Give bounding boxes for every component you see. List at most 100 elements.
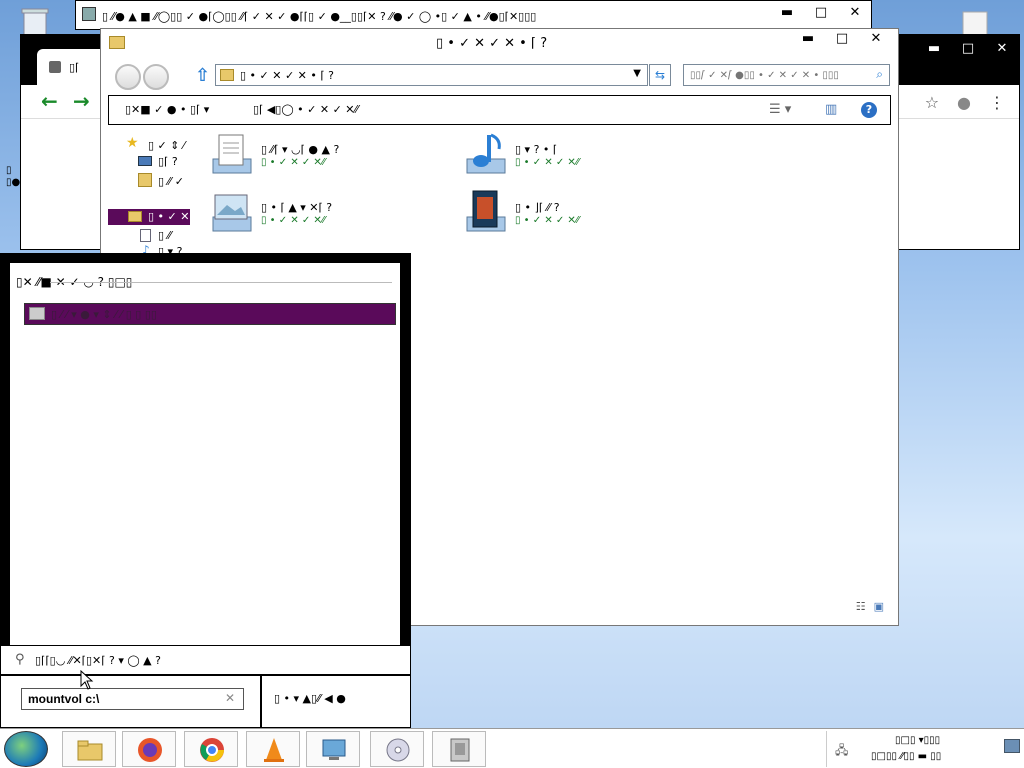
view-switcher: ☷ ▣ [856,600,884,613]
taskbar-vlc[interactable] [246,731,300,767]
desktop-icon [138,156,152,166]
videos-icon [466,190,506,232]
taskbar-firefox[interactable] [122,731,176,767]
clock-date[interactable]: ▯□▯▯ ⁄⁄▯▯ ▬ ▯▯ [871,751,941,762]
chrome-icon [200,738,224,762]
nav-desktop[interactable]: ▯⌈ ? [158,155,178,168]
bookmark-star-icon[interactable]: ☆ [925,93,939,112]
window-title: ▯ • ✓ ✕ ✓ ✕ • ⌈ ? [436,36,548,51]
library-name: ▯ ▾ ? • ⌈ [515,143,558,156]
library-music[interactable]: ▯ ▾ ? • ⌈ ▯ • ✓ ✕ ✓ ✕⁄⁄ [461,131,681,181]
network-icon[interactable]: 🖧 [835,741,848,762]
vlc-cone-icon [264,738,284,762]
library-pictures[interactable]: ▯ • ⌈ ▲ ▾ ✕⌈ ? ▯ • ✓ ✕ ✓ ✕⁄⁄ [207,189,427,239]
library-documents[interactable]: ▯ ⁄⁄⌈ ▾ ◡⌈ ● ▲ ? ▯ • ✓ ✕ ✓ ✕⁄⁄ [207,131,427,181]
nav-libraries[interactable]: ▯ • ✓ ✕ [108,209,190,225]
address-bar[interactable]: ▯ • ✓ ✕ ✓ ✕ • ⌈ ? ▼ [215,64,648,86]
result-item[interactable]: ▯ ⁄ ⁄ ▾ ● ▾ ⇕ ⁄ ⁄ ▯ ▯ ▯▯ [24,303,396,325]
back-button[interactable] [115,64,141,90]
result-label: ▯ ⁄ ⁄ ▾ ● ▾ ⇕ ⁄ ⁄ ▯ ▯ ▯▯ [51,308,157,321]
search-input-area: ✕ [0,675,261,728]
close-button[interactable]: ✕ [859,31,893,46]
taskbar: 🖧 ▯□▯ ▾▯▯▯ ▯□▯▯ ⁄⁄▯▯ ▬ ▯▯ [0,728,1024,768]
details-view-icon[interactable]: ☷ [856,600,866,613]
file-explorer-icon [77,740,103,761]
up-arrow-icon[interactable]: ⇧ [195,65,210,86]
minimize-button[interactable]: ▬ [770,5,804,20]
library-videos[interactable]: ▯ • ⌋⌈ ⁄⁄ ? ▯ • ✓ ✕ ✓ ✕⁄⁄ [461,189,681,239]
forward-button[interactable] [143,64,169,90]
organize-button[interactable]: ▯✕■ ✓ ● • ▯⌈ ▾ [125,103,209,116]
maximize-button[interactable]: □ [825,31,859,46]
nav-favorites[interactable]: ▯ ✓ ⇕ ⁄ [148,139,185,152]
nav-downloads[interactable]: ▯ ⁄⁄ ✓ [158,175,184,188]
explorer-titlebar: ▯ • ✓ ✕ ✓ ✕ • ⌈ ? ▬ □ ✕ [101,29,898,59]
search-input[interactable] [22,689,212,709]
search-icon[interactable]: ⌕ [876,67,883,82]
back-arrow-icon[interactable]: ← [41,89,58,113]
taskbar-file-explorer[interactable] [62,731,116,767]
library-subtitle: ▯ • ✓ ✕ ✓ ✕⁄⁄ [261,215,326,226]
close-button[interactable]: ✕ [838,5,872,20]
navigation-pane: ★ ▯ ✓ ⇕ ⁄ ▯⌈ ? ▯ ⁄⁄ ✓ ▯ • ✓ ✕ ▯ ⁄⁄ ♪ ▯ ▾… [108,129,190,259]
mouse-cursor-icon [80,670,94,690]
taskbar-control-panel[interactable] [306,731,360,767]
shutdown-area[interactable]: ▯ • ▾ ▲▯⁄⁄ ◀ ● [261,675,411,728]
address-row: ⇧ ▯ • ✓ ✕ ✓ ✕ • ⌈ ? ▼ ⇆ ⌕ [101,59,898,93]
tab-title: ▯⌈ [69,61,80,74]
library-subtitle: ▯ • ✓ ✕ ✓ ✕⁄⁄ [515,215,580,226]
program-icon [29,307,45,320]
taskbar-chrome[interactable] [184,731,238,767]
library-name: ▯ • ⌋⌈ ⁄⁄ ? [515,201,560,214]
results-panel: ▯✕ ⁄⁄■ ✕ ✓ ◡ ? ▯□▯ ▯ ⁄ ⁄ ▾ ● ▾ ⇕ ⁄ ⁄ ▯ ▯… [10,263,400,645]
downloads-icon [138,173,152,187]
search-input[interactable] [684,65,854,85]
menu-dots-icon[interactable]: ⋮ [989,93,1005,112]
search-dialog[interactable]: ▯✕ ⁄⁄■ ✕ ✓ ◡ ? ▯□▯ ▯ ⁄ ⁄ ▾ ● ▾ ⇕ ⁄ ⁄ ▯ ▯… [0,253,411,728]
forward-arrow-icon[interactable]: → [73,89,90,113]
show-desktop-button[interactable] [1004,739,1020,753]
minimize-button[interactable]: ▬ [791,31,825,46]
account-icon[interactable]: ● [957,93,971,112]
search-icon: ⚲ [15,652,25,667]
clear-icon[interactable]: ✕ [225,691,235,705]
address-text: ▯ • ✓ ✕ ✓ ✕ • ⌈ ? [240,69,334,82]
view-options-icon[interactable]: ☰ ▾ [769,102,791,117]
see-more-results[interactable]: ⚲ ▯⌈⌈▯◡ ⁄⁄✕⌈▯✕⌈ ? ▾ ◯ ▲ ? [0,645,411,675]
taskbar-archive-app[interactable] [432,731,486,767]
folder-icon [220,69,234,81]
library-name: ▯ ⁄⁄⌈ ▾ ◡⌈ ● ▲ ? [261,143,340,156]
disc-icon [386,738,410,762]
archive-icon [450,738,470,762]
star-icon: ★ [126,135,139,151]
control-panel-icon [322,739,346,760]
maximize-button[interactable]: □ [951,41,985,56]
new-folder-button[interactable]: ▯⌈ ◀▯◯ • ✓ ✕ ✓ ✕⁄⁄ [253,103,358,116]
folder-icon [109,36,125,49]
start-search-box[interactable]: ✕ [21,688,244,710]
documents-icon [212,134,252,174]
chevron-down-icon[interactable]: ▼ [633,68,641,79]
music-icon [466,133,506,174]
see-more-label: ▯⌈⌈▯◡ ⁄⁄✕⌈▯✕⌈ ? ▾ ◯ ▲ ? [35,654,161,667]
maximize-button[interactable]: □ [804,5,838,20]
preview-pane-icon[interactable]: ▥ [825,102,837,117]
document-icon [140,229,151,242]
background-window[interactable]: ▯ ⁄⁄● ▲ ■ ⁄⁄◯▯▯ ✓ ●⌈◯▯▯ ⁄⁄⌈ ✓ ✕ ✓ ●⌈⌈▯ ✓… [75,0,872,30]
search-box[interactable]: ⌕ [683,64,890,86]
start-button[interactable] [4,731,48,767]
nav-documents[interactable]: ▯ ⁄⁄ [158,229,171,242]
refresh-button[interactable]: ⇆ [649,64,671,86]
close-button[interactable]: ✕ [985,41,1019,56]
window-title: ▯ ⁄⁄● ▲ ■ ⁄⁄◯▯▯ ✓ ●⌈◯▯▯ ⁄⁄⌈ ✓ ✕ ✓ ●⌈⌈▯ ✓… [102,10,537,23]
app-icon [82,7,96,21]
help-icon[interactable]: ? [861,102,877,118]
shutdown-label[interactable]: ▯ • ▾ ▲▯⁄⁄ ◀ ● [274,692,346,705]
clock-time[interactable]: ▯□▯ ▾▯▯▯ [895,735,940,746]
taskbar-disc-app[interactable] [370,731,424,767]
library-name: ▯ • ⌈ ▲ ▾ ✕⌈ ? [261,201,333,214]
nav-libraries-label: ▯ • ✓ ✕ [148,210,190,223]
minimize-button[interactable]: ▬ [917,41,951,56]
pictures-icon [212,194,252,232]
thumbnails-view-icon[interactable]: ▣ [874,600,884,613]
